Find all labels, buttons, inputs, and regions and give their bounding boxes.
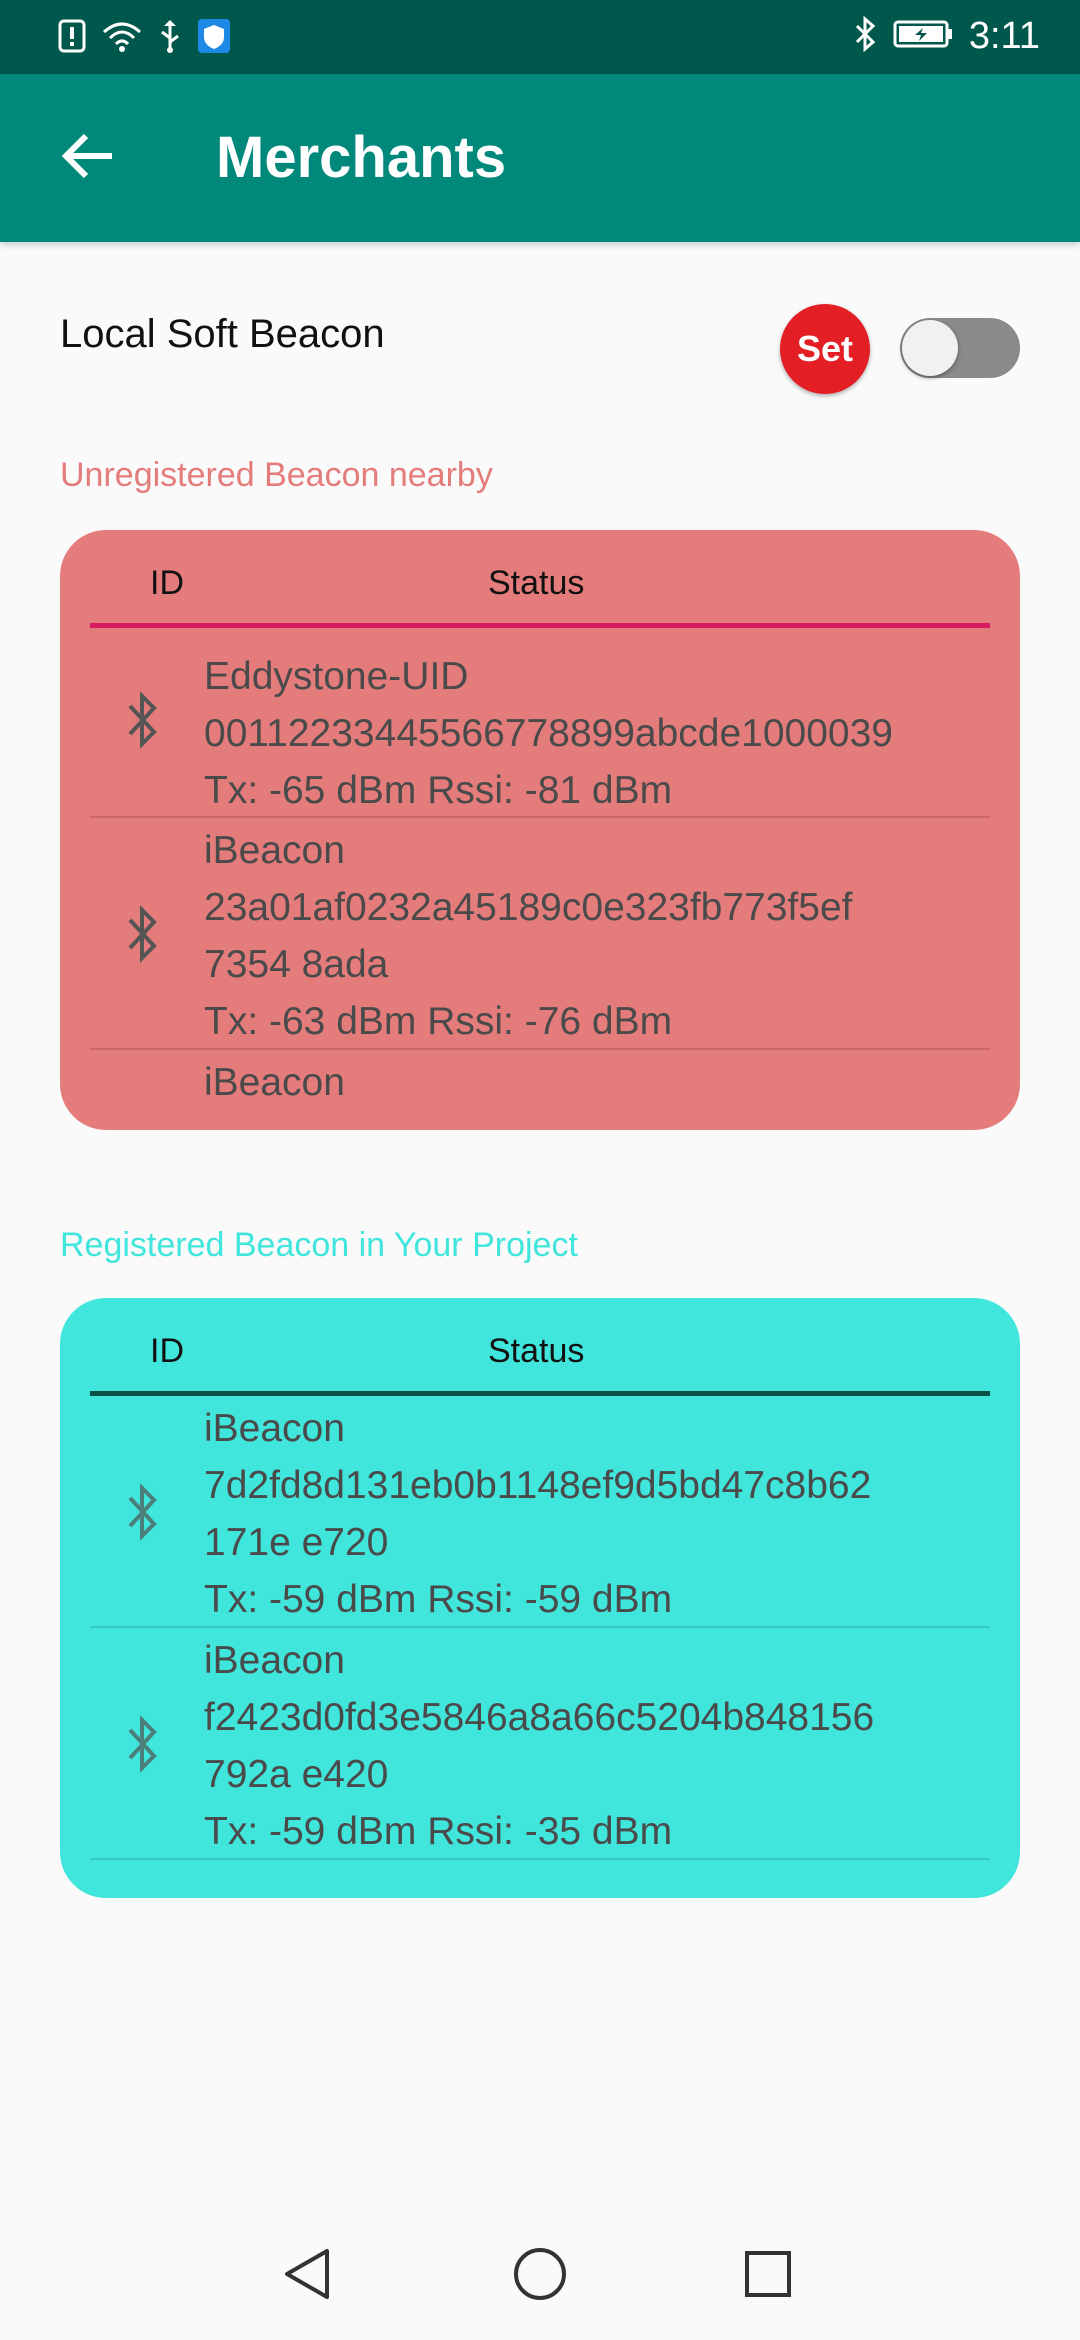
beacon-id-suffix: 171e e720 (204, 1521, 389, 1564)
toggle-knob (902, 320, 958, 376)
table-header: ID Status (90, 1298, 990, 1396)
local-soft-beacon-label: Local Soft Beacon (60, 312, 385, 356)
beacon-row[interactable]: Eddystone-UID 00112233445566778899abcde1… (90, 628, 990, 818)
beacon-type: Eddystone-UID (204, 655, 469, 698)
beacon-id: 00112233445566778899abcde1000039 (204, 712, 893, 755)
wifi-icon (102, 20, 142, 57)
beacon-list: Eddystone-UID 00112233445566778899abcde1… (90, 628, 990, 1120)
beacon-type: iBeacon (204, 1407, 345, 1450)
nav-recents-button[interactable] (728, 2236, 808, 2316)
page-title: Merchants (216, 125, 507, 190)
beacon-type: iBeacon (204, 1639, 345, 1682)
column-header-status: Status (488, 564, 585, 602)
row-divider (90, 1858, 990, 1860)
beacon-info: iBeacon 7d2fd8d131eb0b1148ef9d5bd47c8b62… (204, 1400, 871, 1628)
usb-icon (158, 18, 182, 59)
beacon-id: f2423d0fd3e5846a8a66c5204b848156 (204, 1696, 875, 1739)
beacon-signal: Tx: -59 dBm Rssi: -59 dBm (204, 1578, 673, 1621)
unregistered-beacon-card: ID Status Eddystone-UID 0011223344556677… (60, 530, 1020, 1130)
beacon-id: 7d2fd8d131eb0b1148ef9d5bd47c8b62 (204, 1464, 872, 1507)
column-header-id: ID (150, 1332, 184, 1370)
column-header-status: Status (488, 1332, 585, 1370)
nav-recents-icon (743, 2249, 793, 2304)
arrow-back-icon (60, 132, 116, 185)
bluetooth-icon (112, 900, 172, 968)
status-icons-right: 3:11 (853, 14, 1040, 58)
back-button[interactable] (48, 118, 128, 198)
beacon-row[interactable]: iBeacon (90, 1050, 990, 1120)
status-time: 3:11 (968, 15, 1040, 57)
status-bar: 3:11 (0, 0, 1080, 74)
nav-home-icon (512, 2246, 568, 2307)
local-soft-beacon-row: Local Soft Beacon Set (60, 304, 1020, 394)
bluetooth-icon (112, 686, 172, 754)
beacon-row[interactable]: iBeacon f2423d0fd3e5846a8a66c5204b848156… (90, 1628, 990, 1860)
beacon-info: iBeacon (204, 1054, 345, 1111)
status-icons-left (58, 18, 230, 59)
local-beacon-toggle[interactable] (900, 318, 1020, 378)
beacon-signal: Tx: -59 dBm Rssi: -35 dBm (204, 1810, 673, 1853)
beacon-id-suffix: 792a e420 (204, 1753, 389, 1796)
app-bar: Merchants (0, 74, 1080, 242)
beacon-type: iBeacon (204, 829, 345, 872)
nav-back-icon (281, 2245, 335, 2308)
column-header-id: ID (150, 564, 184, 602)
registered-beacon-card: ID Status iBeacon 7d2fd8d131eb0b1148ef9d… (60, 1298, 1020, 1898)
battery-icon (893, 19, 953, 54)
table-header: ID Status (90, 530, 990, 628)
alert-icon (58, 19, 86, 58)
unregistered-section-label: Unregistered Beacon nearby (60, 456, 493, 494)
beacon-id: 23a01af0232a45189c0e323fb773f5ef (204, 886, 853, 929)
set-button[interactable]: Set (780, 304, 870, 394)
beacon-info: iBeacon 23a01af0232a45189c0e323fb773f5ef… (204, 822, 852, 1050)
beacon-type: iBeacon (204, 1061, 345, 1104)
beacon-list: iBeacon 7d2fd8d131eb0b1148ef9d5bd47c8b62… (90, 1396, 990, 1860)
beacon-row[interactable]: iBeacon 7d2fd8d131eb0b1148ef9d5bd47c8b62… (90, 1396, 990, 1628)
navigation-bar (0, 2212, 1080, 2340)
beacon-signal: Tx: -65 dBm Rssi: -81 dBm (204, 769, 673, 812)
beacon-signal: Tx: -63 dBm Rssi: -76 dBm (204, 1000, 673, 1043)
beacon-info: iBeacon f2423d0fd3e5846a8a66c5204b848156… (204, 1632, 874, 1860)
beacon-row[interactable]: iBeacon 23a01af0232a45189c0e323fb773f5ef… (90, 818, 990, 1050)
bluetooth-icon (112, 1478, 172, 1546)
bluetooth-icon (853, 15, 877, 57)
beacon-info: Eddystone-UID 00112233445566778899abcde1… (204, 648, 893, 819)
beacon-id-suffix: 7354 8ada (204, 943, 389, 986)
nav-home-button[interactable] (500, 2236, 580, 2316)
nav-back-button[interactable] (268, 2236, 348, 2316)
shield-icon (198, 19, 230, 58)
bluetooth-icon (112, 1710, 172, 1778)
registered-section-label: Registered Beacon in Your Project (60, 1226, 578, 1264)
